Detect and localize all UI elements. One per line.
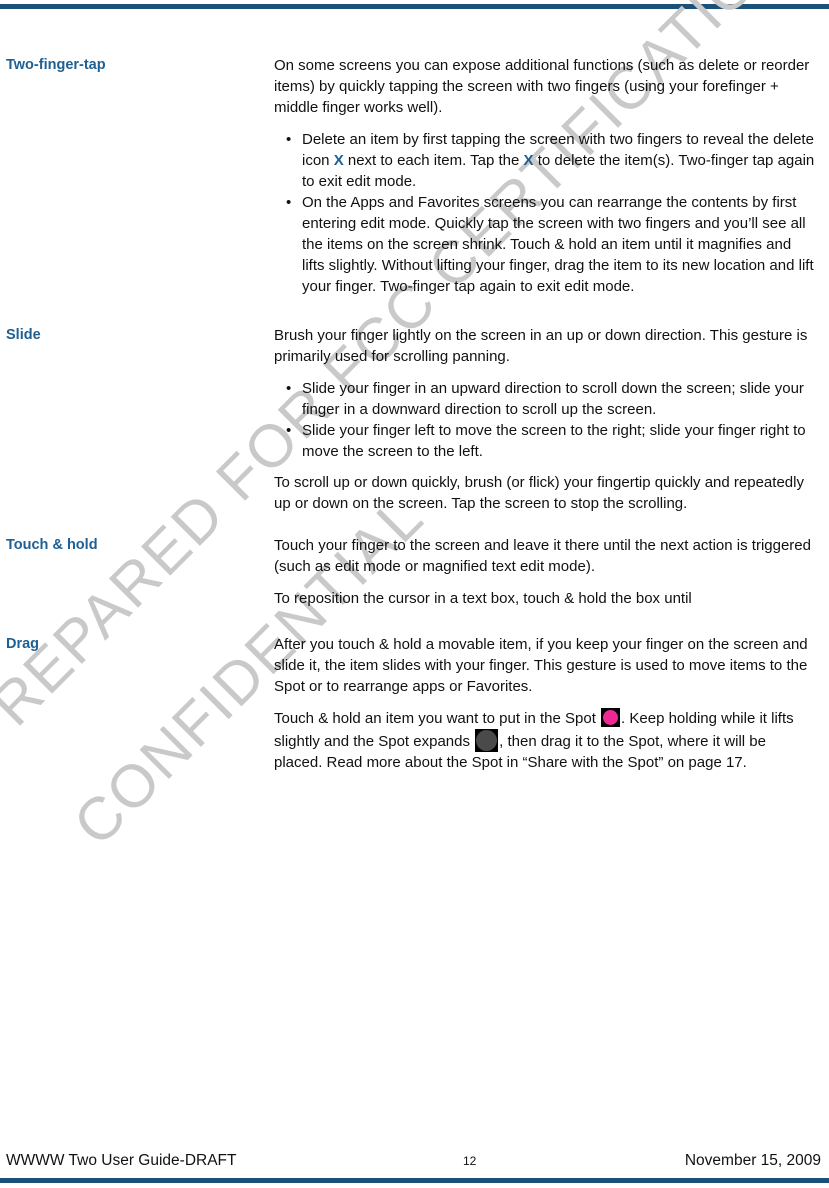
delete-x-icon: X: [333, 152, 344, 169]
footer-document-title: WWWW Two User Guide-DRAFT: [6, 1152, 237, 1169]
slide-outro: To scroll up or down quickly, brush (or …: [274, 474, 804, 512]
slide-intro: Brush your finger lightly on the screen …: [274, 327, 808, 365]
drag-para-1: After you touch & hold a movable item, i…: [274, 636, 808, 695]
list-item: On the Apps and Favorites screens you ca…: [286, 192, 817, 297]
footer-date: November 15, 2009: [684, 1152, 821, 1169]
term-touch-and-hold: Touch & hold: [6, 537, 98, 553]
top-spacer: [0, 0, 829, 55]
term-column: Two-finger-tap: [0, 55, 274, 75]
definition-column: On some screens you can expose additiona…: [274, 55, 829, 307]
slide-bullet-list: Slide your finger in an upward direction…: [274, 378, 817, 462]
list-item: Slide your finger left to move the scree…: [286, 420, 817, 462]
bullet-text-mid: next to each item. Tap the: [343, 152, 524, 169]
two-finger-tap-bullet-list: Delete an item by first tapping the scre…: [274, 129, 817, 297]
definition-column: Brush your finger lightly on the screen …: [274, 325, 829, 525]
two-finger-tap-intro: On some screens you can expose additiona…: [274, 57, 810, 116]
definition-column: After you touch & hold a movable item, i…: [274, 634, 829, 784]
term-column: Drag: [0, 634, 274, 654]
term-slide: Slide: [6, 327, 41, 343]
page-bottom-rule: [0, 1178, 829, 1183]
term-column: Touch & hold: [0, 535, 274, 555]
touch-and-hold-para-1: Touch your finger to the screen and leav…: [274, 537, 811, 575]
page-content: Two-finger-tap On some screens you can e…: [0, 0, 829, 784]
drag-para-2: Touch & hold an item you want to put in …: [274, 708, 817, 773]
drag-text-a: Touch & hold an item you want to put in …: [274, 710, 601, 727]
list-item: Delete an item by first tapping the scre…: [286, 129, 817, 192]
spot-gray-icon: [475, 729, 499, 752]
definition-row-two-finger-tap: Two-finger-tap On some screens you can e…: [0, 55, 829, 307]
term-column: Slide: [0, 325, 274, 345]
list-item: Slide your finger in an upward direction…: [286, 378, 817, 420]
term-two-finger-tap: Two-finger-tap: [6, 57, 106, 73]
footer-page-number: 12: [463, 1154, 477, 1168]
definition-row-drag: Drag After you touch & hold a movable it…: [0, 634, 829, 784]
page-footer: WWWW Two User Guide-DRAFT 12 November 15…: [0, 1152, 829, 1170]
definition-row-touch-and-hold: Touch & hold Touch your finger to the sc…: [0, 535, 829, 620]
term-drag: Drag: [6, 636, 40, 652]
delete-x-icon: X: [523, 152, 534, 169]
definition-row-slide: Slide Brush your finger lightly on the s…: [0, 325, 829, 525]
touch-and-hold-para-2: To reposition the cursor in a text box, …: [274, 590, 692, 607]
spot-pink-icon: [601, 708, 621, 727]
definition-column: Touch your finger to the screen and leav…: [274, 535, 829, 620]
